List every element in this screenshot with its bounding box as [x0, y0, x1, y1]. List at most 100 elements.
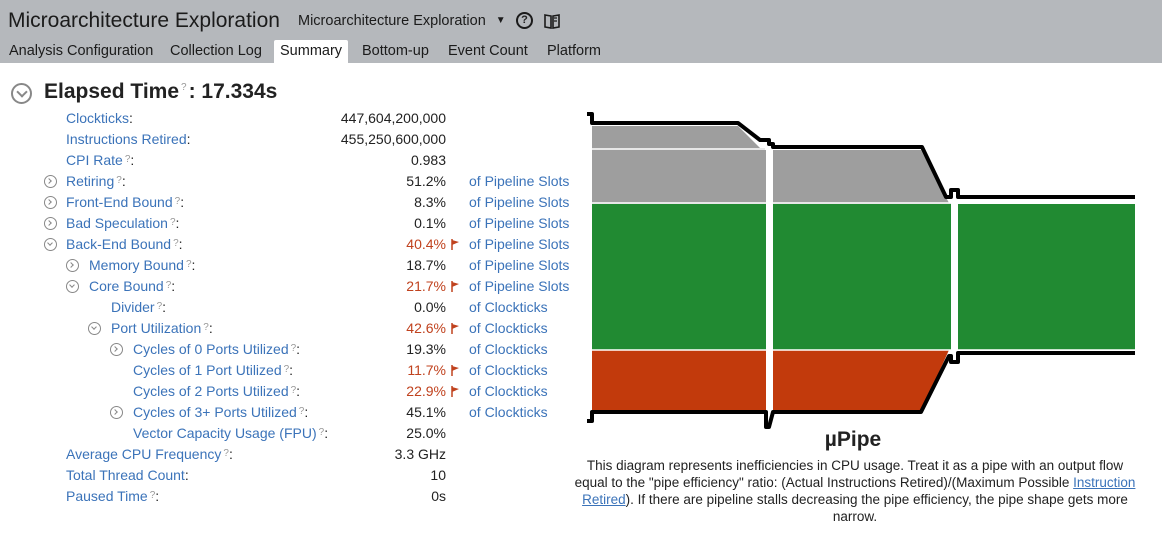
metric-unit-link[interactable]: of Pipeline Slots	[469, 257, 569, 273]
upipe-diagram	[587, 112, 1135, 429]
expand-icon[interactable]	[110, 406, 123, 419]
expand-icon[interactable]	[110, 343, 123, 356]
metric-value: 42.6%	[406, 320, 446, 336]
tab-collection-log[interactable]: Collection Log	[170, 40, 262, 63]
metric-label-text[interactable]: Cycles of 0 Ports Utilized	[133, 341, 289, 357]
metric-row: Retiring?: 51.2% of Pipeline Slots	[0, 171, 580, 192]
metric-row: Instructions Retired: 455,250,600,000	[0, 129, 580, 150]
metric-label[interactable]: Core Bound?:	[89, 278, 175, 294]
metric-label[interactable]: Retiring?:	[66, 173, 126, 189]
metric-unit-link[interactable]: of Clockticks	[469, 362, 548, 378]
metric-label[interactable]: Cycles of 3+ Ports Utilized?:	[133, 404, 308, 420]
metric-row: Average CPU Frequency?: 3.3 GHz	[0, 444, 580, 465]
metric-unit-link[interactable]: of Pipeline Slots	[469, 215, 569, 231]
metric-label[interactable]: Average CPU Frequency?:	[66, 446, 233, 462]
metric-unit-link[interactable]: of Clockticks	[469, 299, 548, 315]
flag-icon	[451, 365, 459, 376]
metric-label-text[interactable]: Front-End Bound	[66, 194, 173, 210]
metric-value: 11.7%	[407, 362, 446, 378]
label-colon: :	[171, 278, 176, 294]
upipe-desc-text-1: This diagram represents inefficiencies i…	[574, 458, 1124, 490]
collapse-icon[interactable]	[66, 280, 79, 293]
expand-icon[interactable]	[66, 259, 79, 272]
book-icon[interactable]	[543, 12, 561, 30]
label-colon: :	[296, 341, 301, 357]
metric-label[interactable]: Cycles of 1 Port Utilized?:	[133, 362, 293, 378]
tab-summary[interactable]: Summary	[274, 40, 349, 63]
metric-label-text[interactable]: Core Bound	[89, 278, 164, 294]
metric-unit-link[interactable]: of Clockticks	[469, 383, 548, 399]
metric-value: 8.3%	[414, 194, 446, 210]
metric-value: 455,250,600,000	[340, 131, 446, 147]
metric-row: CPI Rate?: 0.983	[0, 150, 580, 171]
metric-label[interactable]: Cycles of 0 Ports Utilized?:	[133, 341, 300, 357]
metric-value: 0s	[431, 488, 446, 504]
label-colon: :	[155, 488, 160, 504]
tab-platform[interactable]: Platform	[547, 40, 601, 63]
metric-label-text[interactable]: Cycles of 1 Port Utilized	[133, 362, 282, 378]
tab-bottom-up[interactable]: Bottom-up	[362, 40, 429, 63]
label-colon: :	[184, 467, 189, 483]
metric-label-text[interactable]: Bad Speculation	[66, 215, 168, 231]
upipe-description: This diagram represents inefficiencies i…	[574, 457, 1136, 525]
metric-row: Paused Time?: 0s	[0, 486, 580, 507]
metric-unit-link[interactable]: of Pipeline Slots	[469, 236, 569, 252]
metric-label-text[interactable]: Memory Bound	[89, 257, 184, 273]
tab-analysis-configuration[interactable]: Analysis Configuration	[9, 40, 153, 63]
metric-row: Cycles of 2 Ports Utilized?: 22.9% of Cloc…	[0, 381, 580, 402]
metric-unit-link[interactable]: of Pipeline Slots	[469, 194, 569, 210]
metric-unit-link[interactable]: of Pipeline Slots	[469, 278, 569, 294]
help-icon[interactable]: ?	[181, 82, 187, 93]
tab-bar: Analysis Configuration Collection Log Su…	[0, 40, 1162, 63]
metric-label[interactable]: Vector Capacity Usage (FPU)?:	[133, 425, 328, 441]
metric-row: Back-End Bound?: 40.4% of Pipeline Slots	[0, 234, 580, 255]
metric-label[interactable]: Memory Bound?:	[89, 257, 195, 273]
expand-icon[interactable]	[44, 175, 57, 188]
caret-down-icon: ▼	[495, 15, 506, 26]
metric-label[interactable]: Paused Time?:	[66, 488, 159, 504]
expand-icon[interactable]	[44, 196, 57, 209]
metric-label[interactable]: Divider?:	[111, 299, 166, 315]
metric-label-text[interactable]: Instructions Retired	[66, 131, 187, 147]
metric-label-text[interactable]: Cycles of 2 Ports Utilized	[133, 383, 289, 399]
metric-label[interactable]: Port Utilization?:	[111, 320, 213, 336]
title-row: Microarchitecture Exploration Microarchi…	[0, 0, 1162, 40]
metric-label-text[interactable]: Clockticks	[66, 110, 129, 126]
metric-label[interactable]: Cycles of 2 Ports Utilized?:	[133, 383, 300, 399]
metric-unit-link[interactable]: of Clockticks	[469, 341, 548, 357]
help-icon[interactable]: ?	[516, 12, 533, 29]
label-colon: :	[175, 215, 180, 231]
flag-icon	[451, 386, 459, 397]
flag-icon	[451, 323, 459, 334]
metric-value: 45.1%	[406, 404, 446, 420]
metric-label-text[interactable]: Average CPU Frequency	[66, 446, 221, 462]
metric-label-text[interactable]: Back-End Bound	[66, 236, 171, 252]
metric-label[interactable]: Back-End Bound?:	[66, 236, 183, 252]
metric-unit-link[interactable]: of Clockticks	[469, 320, 548, 336]
metric-label[interactable]: Bad Speculation?:	[66, 215, 179, 231]
expand-icon[interactable]	[44, 217, 57, 230]
metric-label-text[interactable]: Divider	[111, 299, 155, 315]
label-colon: :	[228, 446, 233, 462]
collapse-icon[interactable]	[44, 238, 57, 251]
metric-label[interactable]: Front-End Bound?:	[66, 194, 184, 210]
metric-label[interactable]: Clockticks:	[66, 110, 133, 126]
metric-label-text[interactable]: Total Thread Count	[66, 467, 185, 483]
metric-label-text[interactable]: Retiring	[66, 173, 114, 189]
view-selector[interactable]: Microarchitecture Exploration ▼	[298, 13, 506, 29]
metric-label-text[interactable]: Cycles of 3+ Ports Utilized	[133, 404, 297, 420]
metric-label[interactable]: CPI Rate?:	[66, 152, 134, 168]
metric-label-text[interactable]: Paused Time	[66, 488, 148, 504]
label-colon: :	[324, 425, 329, 441]
metric-unit-link[interactable]: of Clockticks	[469, 404, 548, 420]
metric-unit-link[interactable]: of Pipeline Slots	[469, 173, 569, 189]
metric-label[interactable]: Total Thread Count:	[66, 467, 189, 483]
flag-icon	[451, 239, 459, 250]
metric-label[interactable]: Instructions Retired:	[66, 131, 191, 147]
collapse-elapsed-icon[interactable]	[11, 83, 32, 104]
metric-label-text[interactable]: Vector Capacity Usage (FPU)	[133, 425, 317, 441]
metric-label-text[interactable]: CPI Rate	[66, 152, 123, 168]
tab-event-count[interactable]: Event Count	[448, 40, 528, 63]
collapse-icon[interactable]	[88, 322, 101, 335]
metric-label-text[interactable]: Port Utilization	[111, 320, 201, 336]
